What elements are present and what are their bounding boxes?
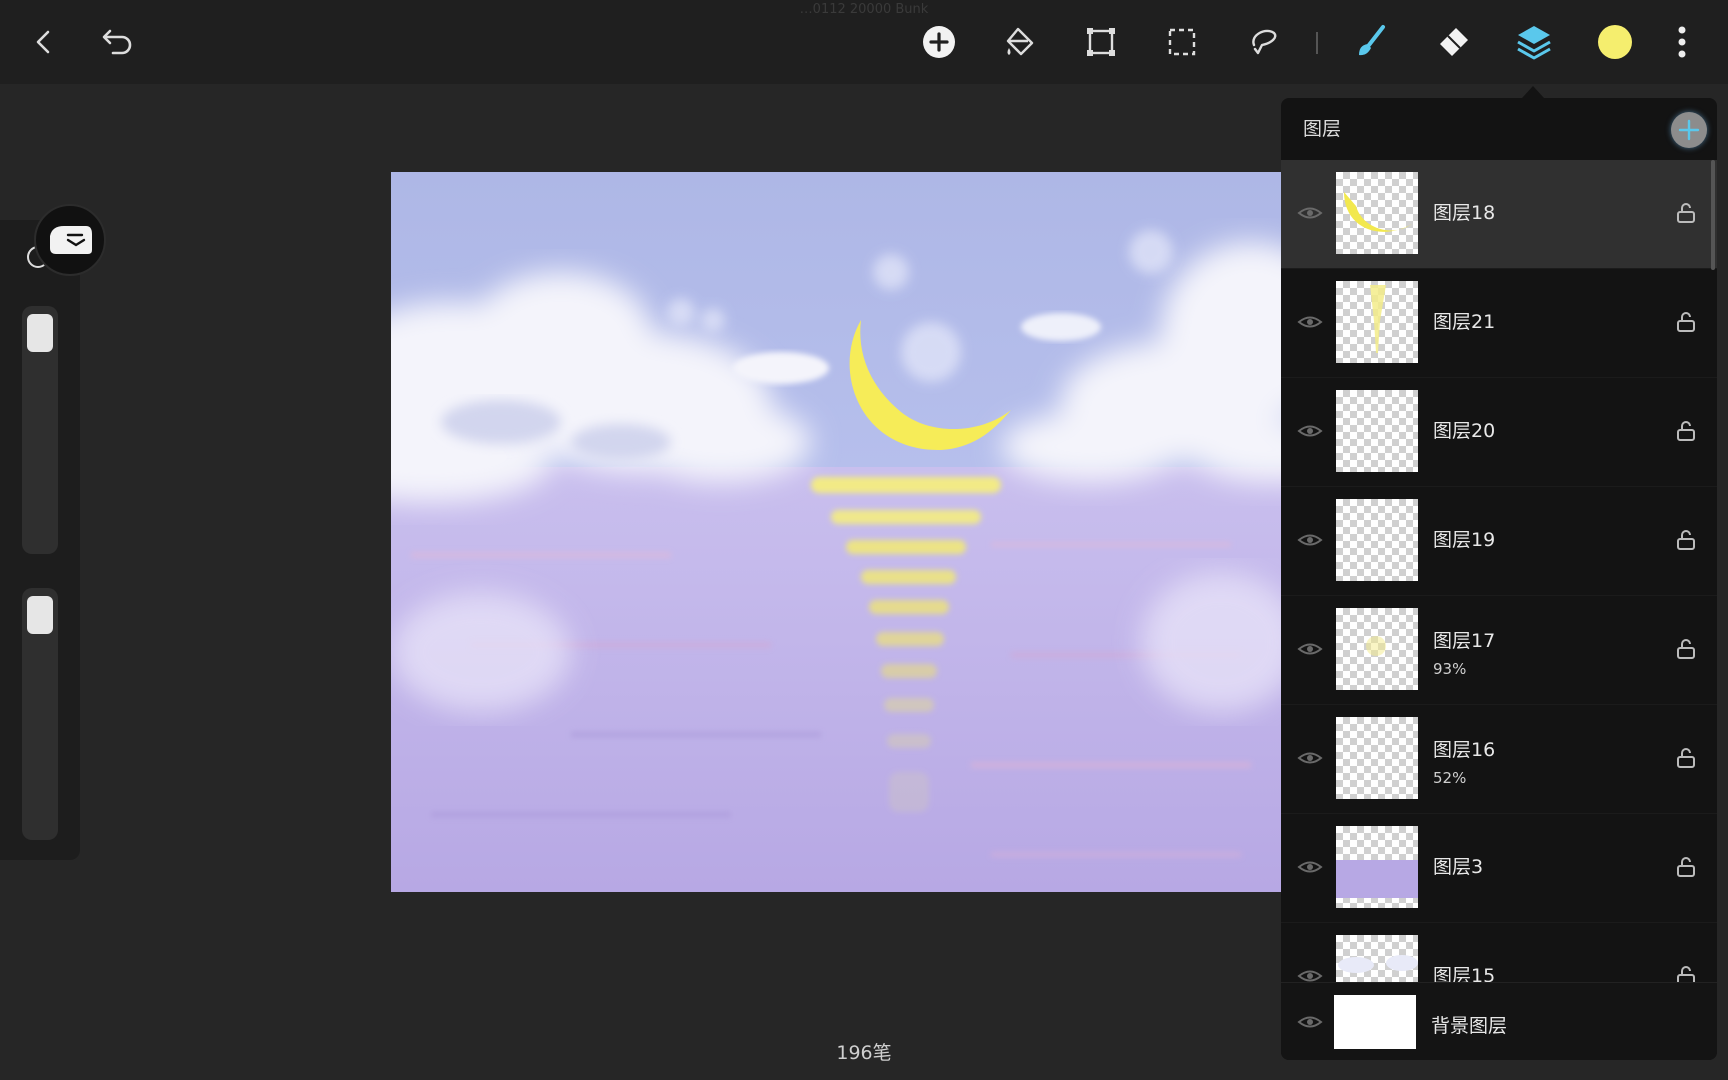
visibility-eye-icon[interactable] xyxy=(1297,531,1323,549)
visibility-eye-icon[interactable] xyxy=(1297,967,1323,982)
unlock-icon[interactable] xyxy=(1675,747,1697,769)
artwork xyxy=(391,172,1283,892)
current-color-swatch xyxy=(1598,25,1632,59)
layer-list[interactable]: 图层18 图层21 图层20 图层19 图层17 93% 图层16 52% 图层… xyxy=(1281,160,1717,982)
more-icon[interactable] xyxy=(1654,14,1710,70)
layer-row[interactable]: 图层18 xyxy=(1281,160,1717,269)
plus-icon xyxy=(1678,119,1700,141)
visibility-eye-icon[interactable] xyxy=(1297,858,1323,876)
layer-name: 图层15 xyxy=(1433,965,1496,982)
layer-row[interactable]: 图层19 xyxy=(1281,487,1717,596)
undo-icon[interactable] xyxy=(90,14,146,70)
layer-row[interactable]: 图层16 52% xyxy=(1281,705,1717,814)
layer-thumbnail xyxy=(1336,935,1418,982)
visibility-eye-icon[interactable] xyxy=(1297,749,1323,767)
layer-row[interactable]: 图层15 xyxy=(1281,923,1717,982)
layers-panel-pointer xyxy=(1522,86,1544,98)
layer-thumbnail xyxy=(1336,390,1418,472)
layer-list-scrollbar[interactable] xyxy=(1711,160,1715,270)
add-icon[interactable] xyxy=(911,14,967,70)
layers-icon[interactable] xyxy=(1506,14,1562,70)
layer-row[interactable]: 图层3 xyxy=(1281,814,1717,923)
layer-name: 图层21 xyxy=(1433,311,1496,333)
layer-row[interactable]: 图层20 xyxy=(1281,378,1717,487)
brush-opacity-knob[interactable] xyxy=(27,596,53,634)
brush-opacity-slider[interactable] xyxy=(22,588,58,840)
modify-button[interactable] xyxy=(34,204,106,276)
layer-thumbnail xyxy=(1336,172,1418,254)
back-icon[interactable] xyxy=(16,14,72,70)
transform-icon[interactable] xyxy=(1073,14,1129,70)
fill-icon[interactable] xyxy=(992,14,1048,70)
layer-name: 图层19 xyxy=(1433,529,1496,551)
stroke-count: 196笔 xyxy=(836,1042,892,1064)
visibility-eye-icon[interactable] xyxy=(1297,422,1323,440)
layer-name: 图层17 xyxy=(1433,630,1496,652)
unlock-icon[interactable] xyxy=(1675,529,1697,551)
layer-name: 图层18 xyxy=(1433,202,1496,224)
visibility-eye-icon[interactable] xyxy=(1297,640,1323,658)
top-toolbar: …0112 20000 Bunk xyxy=(0,0,1728,84)
unlock-icon[interactable] xyxy=(1675,965,1697,982)
layer-thumbnail xyxy=(1336,499,1418,581)
unlock-icon[interactable] xyxy=(1675,311,1697,333)
eraser-icon[interactable] xyxy=(1425,14,1481,70)
visibility-eye-icon[interactable] xyxy=(1297,204,1323,222)
background-layer-name: 背景图层 xyxy=(1431,1015,1508,1037)
layers-title: 图层 xyxy=(1303,118,1342,140)
modify-icon xyxy=(50,226,92,254)
layer-row[interactable]: 图层17 93% xyxy=(1281,596,1717,705)
lasso-icon[interactable] xyxy=(1235,14,1291,70)
brush-size-slider[interactable] xyxy=(22,306,58,554)
color-picker[interactable] xyxy=(1587,14,1643,70)
unlock-icon[interactable] xyxy=(1675,202,1697,224)
unlock-icon[interactable] xyxy=(1675,638,1697,660)
layer-name: 图层20 xyxy=(1433,420,1496,442)
layer-name: 图层3 xyxy=(1433,856,1484,878)
drawing-canvas[interactable] xyxy=(391,172,1283,892)
layer-opacity: 93% xyxy=(1433,660,1467,678)
visibility-eye-icon[interactable] xyxy=(1297,313,1323,331)
layer-thumbnail xyxy=(1336,826,1418,908)
left-sidebar xyxy=(0,220,80,860)
layers-header: 图层 xyxy=(1281,98,1717,156)
layer-thumbnail xyxy=(1336,281,1418,363)
visibility-eye-icon[interactable] xyxy=(1297,1013,1323,1031)
brush-size-knob[interactable] xyxy=(27,314,53,352)
layer-opacity: 52% xyxy=(1433,769,1467,787)
unlock-icon[interactable] xyxy=(1675,856,1697,878)
toolbar-divider xyxy=(1316,32,1318,54)
layers-panel: 图层 图层18 图层21 图层20 图层19 图层17 93% 图层16 52%… xyxy=(1281,98,1717,1060)
layer-thumbnail xyxy=(1336,608,1418,690)
layer-name: 图层16 xyxy=(1433,739,1496,761)
unlock-icon[interactable] xyxy=(1675,420,1697,442)
layer-thumbnail xyxy=(1336,717,1418,799)
add-layer-button[interactable] xyxy=(1671,112,1707,148)
selection-icon[interactable] xyxy=(1154,14,1210,70)
layer-row[interactable]: 图层21 xyxy=(1281,269,1717,378)
brush-icon[interactable] xyxy=(1344,14,1400,70)
